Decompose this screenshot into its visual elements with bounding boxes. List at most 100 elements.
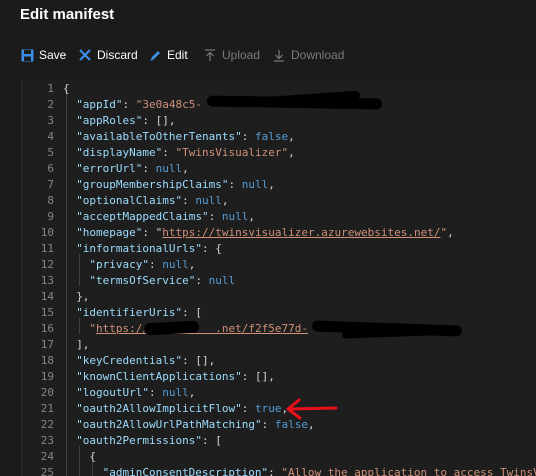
code-token: : — [241, 402, 256, 415]
code-line[interactable]: 9 "acceptMappedClaims": null, — [22, 209, 536, 225]
code-token: "logoutUrl" — [76, 386, 150, 399]
code-token: : — [228, 178, 242, 191]
code-line[interactable]: 3 "appRoles": [], — [22, 113, 536, 129]
code-token: "availableToOtherTenants" — [76, 130, 242, 143]
toolbar: Save Discard Edit Upload Download — [0, 36, 536, 70]
discard-button[interactable]: Discard — [78, 46, 138, 64]
code-text: "identifierUris": [ — [76, 305, 202, 321]
code-token: : — [268, 466, 282, 476]
code-line[interactable]: 4 "availableToOtherTenants": false, — [22, 129, 536, 145]
code-token: , — [182, 162, 189, 175]
code-token: true — [255, 402, 282, 415]
code-token: : [], — [142, 114, 176, 127]
code-line[interactable]: 22 "oauth2AllowUrlPathMatching": false, — [22, 417, 536, 433]
code-text: "privacy": null, — [89, 257, 195, 273]
download-button[interactable]: Download — [272, 46, 344, 64]
code-text: "keyCredentials": [], — [76, 353, 215, 369]
code-token: ], — [76, 338, 90, 351]
manifest-code-editor[interactable]: 1{2 "appId": "3e0a48c5- 3 "appRoles": [], 4 "… — [21, 79, 536, 476]
code-token: : [], — [182, 354, 216, 367]
line-number: 1 — [47, 82, 54, 95]
code-line[interactable]: 7 "groupMembershipClaims": null, — [22, 177, 536, 193]
code-token: "termsOfService" — [89, 274, 196, 287]
code-line[interactable]: 1{ — [22, 81, 536, 97]
code-line[interactable]: 6 "errorUrl": null, — [22, 161, 536, 177]
code-text: "https:// .net/f2f5e77d- — [89, 321, 308, 337]
save-button[interactable]: Save — [20, 46, 66, 64]
code-line[interactable]: 13 "termsOfService": null — [22, 273, 536, 289]
code-token: null — [221, 210, 249, 223]
code-token: , — [447, 226, 454, 239]
code-token: : — [142, 162, 156, 175]
edit-label: Edit — [167, 48, 188, 62]
code-token: : [ — [182, 306, 203, 319]
code-line[interactable]: 5 "displayName": "TwinsVisualizer", — [22, 145, 536, 161]
code-token: : — [261, 418, 275, 431]
code-text: "termsOfService": null — [89, 273, 235, 289]
code-token: https:// .net/f2f5e77d- — [96, 322, 308, 335]
line-number: 20 — [40, 386, 54, 399]
upload-icon — [203, 48, 217, 62]
code-line[interactable]: 14}, — [22, 289, 536, 305]
code-line[interactable]: 21 "oauth2AllowImplicitFlow": true, — [22, 401, 536, 417]
code-text: "oauth2AllowImplicitFlow": true, — [76, 401, 288, 417]
code-token: "3e0a48c5- — [135, 98, 203, 111]
code-line[interactable]: 20 "logoutUrl": null, — [22, 385, 536, 401]
code-line[interactable]: 8 "optionalClaims": null, — [22, 193, 536, 209]
code-token: "identifierUris" — [76, 306, 183, 319]
code-token: null — [241, 178, 269, 191]
line-number: 17 — [40, 338, 54, 351]
line-number: 23 — [40, 434, 54, 447]
code-token: : — [149, 258, 163, 271]
line-number: 16 — [40, 322, 54, 335]
code-text: "errorUrl": null, — [76, 161, 189, 177]
code-line[interactable]: 19 "knownClientApplications": [], — [22, 369, 536, 385]
code-token: "appRoles" — [76, 114, 143, 127]
code-line[interactable]: 17], — [22, 337, 536, 353]
code-line[interactable]: 18 "keyCredentials": [], — [22, 353, 536, 369]
code-text: "groupMembershipClaims": null, — [76, 177, 275, 193]
code-token: null — [208, 274, 236, 287]
code-text: "optionalClaims": null, — [76, 193, 228, 209]
code-token: "knownClientApplications" — [76, 370, 242, 383]
code-token: , — [188, 258, 196, 271]
code-token: : — [162, 146, 176, 159]
code-text: }, — [76, 289, 89, 305]
code-line[interactable]: 12 "privacy": null, — [22, 257, 536, 273]
line-number: 13 — [40, 274, 54, 287]
code-line[interactable]: 23 "oauth2Permissions": [ — [22, 433, 536, 449]
code-text: ], — [76, 337, 89, 353]
code-text: "adminConsentDescription": "Allow the ap… — [103, 465, 536, 476]
edit-button[interactable]: Edit — [148, 46, 188, 64]
code-text: "appRoles": [], — [76, 113, 175, 129]
upload-button[interactable]: Upload — [203, 46, 260, 64]
line-number: 25 — [40, 466, 54, 476]
code-token: "optionalClaims" — [76, 194, 183, 207]
code-line[interactable]: 15 "identifierUris": [ — [22, 305, 536, 321]
line-number: 12 — [40, 258, 54, 271]
code-token: : — [122, 98, 136, 111]
line-number: 7 — [47, 178, 54, 191]
code-line[interactable]: 25 "adminConsentDescription": "Allow the … — [22, 465, 536, 476]
code-token: "oauth2AllowImplicitFlow" — [76, 402, 242, 415]
code-text: "displayName": "TwinsVisualizer", — [76, 145, 295, 161]
code-line[interactable]: 11 "informationalUrls": { — [22, 241, 536, 257]
code-token: : — [241, 130, 256, 143]
code-token: , — [221, 194, 229, 207]
code-token: , — [248, 210, 256, 223]
code-text: "homepage": "https://twinsvisualizer.azu… — [76, 225, 454, 241]
save-label: Save — [39, 48, 67, 62]
pencil-icon — [148, 48, 162, 62]
code-token: , — [188, 386, 196, 399]
code-token: }, — [76, 290, 90, 303]
line-number: 22 — [40, 418, 54, 431]
code-token: null — [162, 386, 189, 399]
code-line[interactable]: 10 "homepage": "https://twinsvisualizer.a… — [22, 225, 536, 241]
code-line[interactable]: 24 { — [22, 449, 536, 465]
code-token: null — [195, 194, 222, 207]
line-number: 11 — [40, 242, 54, 255]
code-token: "Allow the application to access TwinsVi — [281, 466, 536, 476]
upload-label: Upload — [222, 48, 261, 62]
code-token: "privacy" — [89, 258, 149, 271]
code-text: "informationalUrls": { — [76, 241, 222, 257]
